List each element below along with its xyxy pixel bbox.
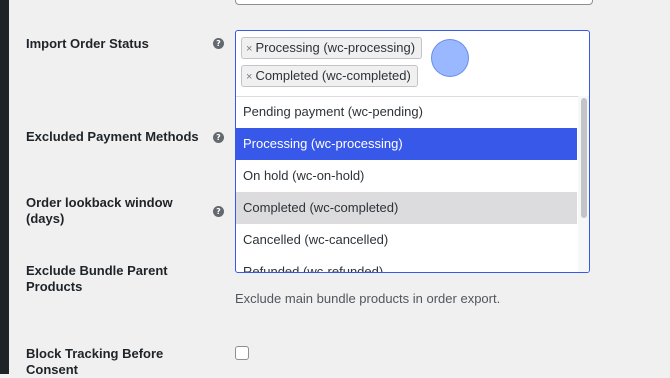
cursor-indicator (431, 39, 469, 77)
option-on-hold[interactable]: On hold (wc-on-hold) (236, 160, 577, 192)
import-order-status-select[interactable]: × Processing (wc-processing) × Completed (… (235, 30, 590, 273)
admin-sidebar-edge (0, 0, 9, 374)
option-cancelled[interactable]: Cancelled (wc-cancelled) (236, 224, 577, 256)
exclude-bundle-parent-description: Exclude main bundle products in order ex… (235, 291, 501, 306)
option-refunded[interactable]: Refunded (wc-refunded) (236, 256, 577, 272)
selected-chip[interactable]: × Processing (wc-processing) (241, 37, 423, 59)
chip-label: Completed (wc-completed) (255, 68, 411, 83)
scrollbar-thumb[interactable] (581, 98, 587, 218)
option-pending-payment[interactable]: Pending payment (wc-pending) (236, 96, 577, 128)
order-lookback-window-label: Order lookback window (days) (26, 195, 173, 226)
block-tracking-label: Block Tracking Before Consent (26, 346, 164, 377)
help-icon[interactable]: ? (213, 132, 224, 143)
chip-label: Processing (wc-processing) (255, 40, 416, 55)
dropdown-scrollbar[interactable] (578, 96, 589, 272)
selected-chip[interactable]: × Completed (wc-completed) (241, 65, 418, 87)
help-icon[interactable]: ? (213, 206, 224, 217)
excluded-payment-methods-label: Excluded Payment Methods (26, 129, 199, 144)
exclude-bundle-parent-label: Exclude Bundle Parent Products (26, 263, 168, 294)
import-order-status-label: Import Order Status (26, 36, 149, 51)
option-completed[interactable]: Completed (wc-completed) (236, 192, 577, 224)
remove-chip-icon[interactable]: × (246, 43, 252, 55)
dropdown-options-list[interactable]: Pending payment (wc-pending) Processing … (236, 96, 577, 272)
previous-field-input[interactable] (235, 0, 593, 5)
block-tracking-checkbox[interactable] (235, 346, 249, 360)
remove-chip-icon[interactable]: × (246, 71, 252, 83)
option-processing[interactable]: Processing (wc-processing) (236, 128, 577, 160)
help-icon[interactable]: ? (213, 38, 224, 49)
